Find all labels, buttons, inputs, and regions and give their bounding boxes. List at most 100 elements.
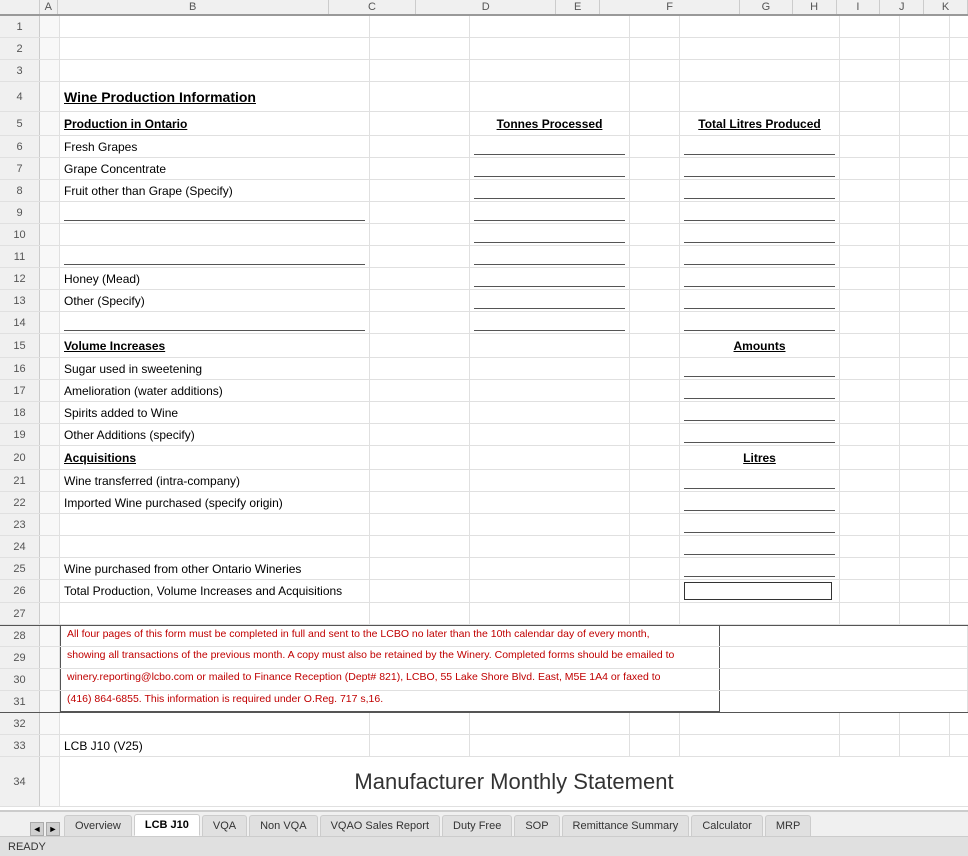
tonnes-r14-input[interactable] (474, 315, 625, 331)
litres-other-input[interactable] (684, 293, 835, 309)
sugar-sweetening-input[interactable] (684, 361, 835, 377)
litres-grape-concentrate-input[interactable] (684, 161, 835, 177)
table-row: 16 Sugar used in sweetening (0, 358, 968, 380)
col-a-header: A (40, 0, 58, 14)
tab-nav-arrows: ◄ ► (30, 822, 60, 836)
tab-calculator[interactable]: Calculator (691, 815, 763, 836)
tonnes-other-input[interactable] (474, 293, 625, 309)
tab-duty-free[interactable]: Duty Free (442, 815, 512, 836)
litres-r9-input[interactable] (684, 205, 835, 221)
table-row: 12 Honey (Mead) (0, 268, 968, 290)
tab-lcbj10[interactable]: LCB J10 (134, 814, 200, 836)
litres-r10-input[interactable] (684, 227, 835, 243)
amounts-label: Amounts (680, 334, 840, 357)
notice-line-28: All four pages of this form must be comp… (60, 626, 720, 646)
col-e-header: E (556, 0, 600, 14)
table-row: 6 Fresh Grapes (0, 136, 968, 158)
tonnes-r10-input[interactable] (474, 227, 625, 243)
col-k-header: K (924, 0, 968, 14)
col-c-header: C (329, 0, 417, 14)
status-bar: READY (0, 836, 968, 856)
table-row: 8 Fruit other than Grape (Specify) (0, 180, 968, 202)
tonnes-grape-concentrate-input[interactable] (474, 161, 625, 177)
imported-wine-input[interactable] (684, 495, 835, 511)
status-text: READY (8, 841, 46, 853)
notice-line-29: showing all transactions of the previous… (60, 647, 720, 668)
table-row: 23 (0, 514, 968, 536)
table-row: 24 (0, 536, 968, 558)
litres-r11-input[interactable] (684, 249, 835, 265)
tab-mrp[interactable]: MRP (765, 815, 811, 836)
grape-concentrate-label: Grape Concentrate (60, 158, 370, 179)
column-header-row: A B C D E F G H I J K (0, 0, 968, 16)
table-row: 21 Wine transferred (intra-company) (0, 470, 968, 492)
col-b-header: B (58, 0, 329, 14)
tonnes-r9-input[interactable] (474, 205, 625, 221)
table-row: 3 (0, 60, 968, 82)
tab-prev-arrow[interactable]: ◄ (30, 822, 44, 836)
tonnes-r11-input[interactable] (474, 249, 625, 265)
other-additions-input[interactable] (684, 427, 835, 443)
imported-wine-label: Imported Wine purchased (specify origin) (60, 492, 370, 513)
fruit-specify-input[interactable] (64, 205, 365, 221)
litres-honey-input[interactable] (684, 271, 835, 287)
notice-line-30: winery.reporting@lcbo.com or mailed to F… (60, 669, 720, 690)
tab-vqao-sales-report[interactable]: VQAO Sales Report (320, 815, 440, 836)
notice-line-31: (416) 864-6855. This information is requ… (60, 691, 720, 712)
table-row: 19 Other Additions (specify) (0, 424, 968, 446)
manufacturer-monthly-statement-title: Manufacturer Monthly Statement (60, 757, 968, 806)
tab-sop[interactable]: SOP (514, 815, 559, 836)
sugar-sweetening-label: Sugar used in sweetening (60, 358, 370, 379)
wine-ontario-wineries-label: Wine purchased from other Ontario Wineri… (60, 558, 370, 579)
tonnes-honey-input[interactable] (474, 271, 625, 287)
tonnes-processed-label: Tonnes Processed (470, 112, 630, 135)
tonnes-fruit-other-input[interactable] (474, 183, 625, 199)
table-row: 20 Acquisitions Litres (0, 446, 968, 470)
fruit-other-label: Fruit other than Grape (Specify) (60, 180, 370, 201)
table-row: 18 Spirits added to Wine (0, 402, 968, 424)
litres-header-label: Litres (680, 446, 840, 469)
table-row: 22 Imported Wine purchased (specify orig… (0, 492, 968, 514)
r14-specify-input[interactable] (64, 315, 365, 331)
tab-overview[interactable]: Overview (64, 815, 132, 836)
notice-row-30: 30 winery.reporting@lcbo.com or mailed t… (0, 669, 968, 691)
table-row: 32 (0, 713, 968, 735)
table-row: 9 (0, 202, 968, 224)
notice-row-28: 28 All four pages of this form must be c… (0, 625, 968, 647)
tab-nonvqa[interactable]: Non VQA (249, 815, 317, 836)
r11-specify-input[interactable] (64, 249, 365, 265)
tab-vqa[interactable]: VQA (202, 815, 247, 836)
tab-next-arrow[interactable]: ► (46, 822, 60, 836)
amelioration-input[interactable] (684, 383, 835, 399)
litres-fresh-grapes-input[interactable] (684, 139, 835, 155)
notice-row-29: 29 showing all transactions of the previ… (0, 647, 968, 669)
spirits-wine-input[interactable] (684, 405, 835, 421)
col-i-header: I (837, 0, 881, 14)
wine-production-title: Wine Production Information (60, 82, 370, 111)
total-litres-produced-label: Total Litres Produced (680, 112, 840, 135)
wine-ontario-wineries-input[interactable] (684, 561, 835, 577)
table-row: 26 Total Production, Volume Increases an… (0, 580, 968, 603)
litres-fruit-other-input[interactable] (684, 183, 835, 199)
tab-remittance-summary[interactable]: Remittance Summary (562, 815, 690, 836)
r23-input[interactable] (684, 517, 835, 533)
col-d-header: D (416, 0, 556, 14)
table-row: 33 LCB J10 (V25) (0, 735, 968, 757)
honey-mead-label: Honey (Mead) (60, 268, 370, 289)
wine-transferred-input[interactable] (684, 473, 835, 489)
rows-area: 1 2 (0, 16, 968, 810)
table-row: 1 (0, 16, 968, 38)
wine-transferred-label: Wine transferred (intra-company) (60, 470, 370, 491)
lcb-j10-label: LCB J10 (V25) (60, 735, 370, 756)
col-h-header: H (793, 0, 837, 14)
litres-r14-input[interactable] (684, 315, 835, 331)
r24-input[interactable] (684, 539, 835, 555)
notice-row-31: 31 (416) 864-6855. This information is r… (0, 691, 968, 713)
tonnes-fresh-grapes-input[interactable] (474, 139, 625, 155)
bottom-area: ◄ ► Overview LCB J10 VQA Non VQA VQAO Sa… (0, 810, 968, 856)
table-row: 27 (0, 603, 968, 625)
total-production-value-box[interactable] (684, 582, 832, 600)
amelioration-label: Amelioration (water additions) (60, 380, 370, 401)
col-f-header: F (600, 0, 740, 14)
total-production-label: Total Production, Volume Increases and A… (60, 580, 370, 602)
